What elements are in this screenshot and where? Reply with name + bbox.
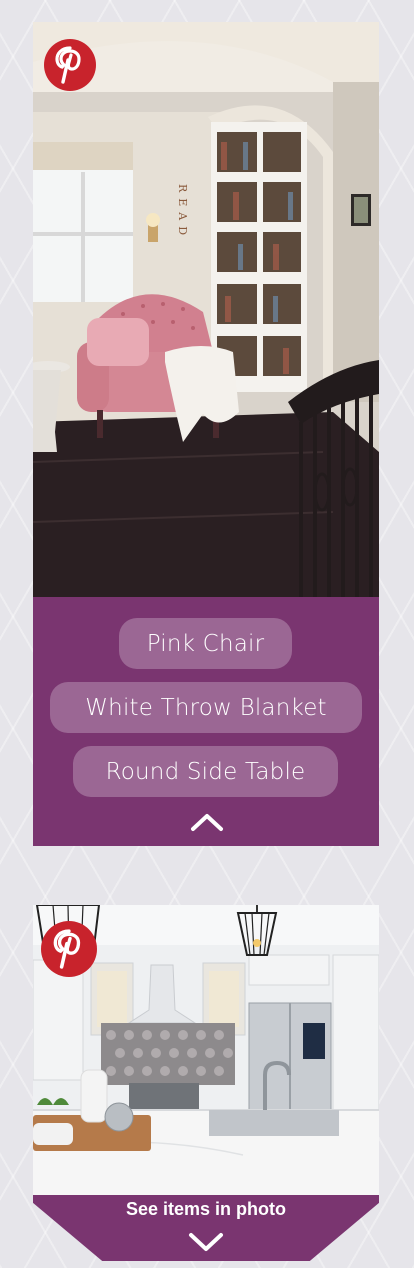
see-items-label: See items in photo bbox=[125, 1199, 287, 1219]
chevron-down-icon[interactable] bbox=[188, 1232, 224, 1252]
tag-round-side-table[interactable]: Round Side Table bbox=[73, 746, 338, 797]
pinterest-logo-icon[interactable] bbox=[44, 39, 96, 91]
reading-nook-illustration: READ bbox=[33, 22, 379, 597]
tag-pink-chair[interactable]: Pink Chair bbox=[119, 618, 292, 669]
pin-card-reading-nook: READ Pink Chair White Throw Blanket Roun… bbox=[33, 22, 379, 846]
read-sign: READ bbox=[176, 184, 189, 241]
chevron-up-icon[interactable] bbox=[190, 812, 224, 832]
kitchen-photo[interactable] bbox=[33, 905, 379, 1195]
pinterest-logo-icon-2[interactable] bbox=[41, 921, 97, 977]
pin-card-kitchen: See items in photo bbox=[33, 905, 379, 1261]
see-items-banner[interactable]: See items in photo bbox=[33, 1195, 379, 1261]
reading-nook-photo[interactable]: READ bbox=[33, 22, 379, 597]
tag-white-throw-blanket[interactable]: White Throw Blanket bbox=[50, 682, 362, 733]
